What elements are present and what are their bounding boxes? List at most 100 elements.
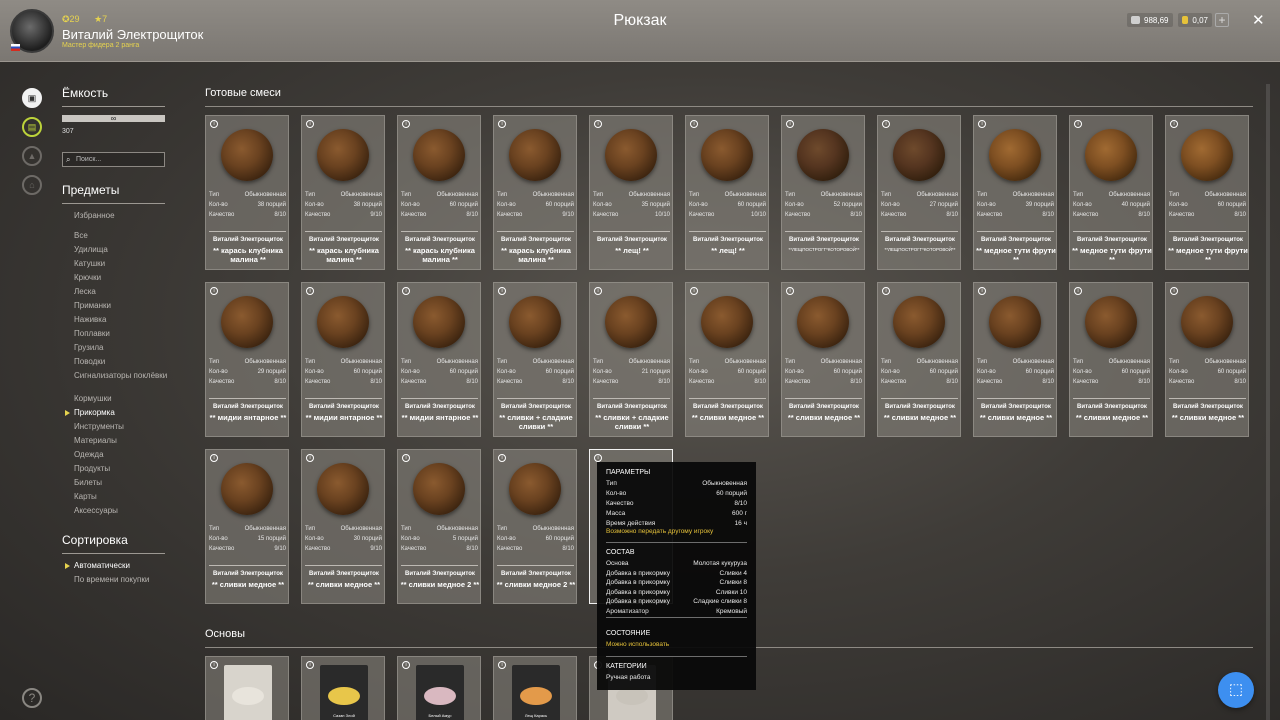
mix-card[interactable]: i Тип Обыкновенная Кол-во 35 порций Качество 1… [589, 115, 673, 270]
info-icon[interactable]: i [210, 454, 218, 462]
info-icon[interactable]: i [498, 454, 506, 462]
info-icon[interactable]: i [210, 661, 218, 669]
mix-card[interactable]: i Тип Обыкновенная Кол-во 27 порций Качество 8… [877, 115, 961, 270]
nav-item[interactable]: Приманки [74, 301, 167, 315]
mix-card[interactable]: i Тип Обыкновенная Кол-во 40 порций Качество 8… [1069, 115, 1153, 270]
base-card[interactable]: i Лещ Карась [493, 656, 577, 720]
mix-card[interactable]: i Тип Обыкновенная Кол-во 60 порций Качество 8… [301, 282, 385, 437]
nav-item[interactable]: Леска [74, 287, 167, 301]
close-icon[interactable]: ✕ [1252, 11, 1265, 29]
mix-card[interactable]: i Тип Обыкновенная Кол-во 60 порций Качество 8… [1165, 282, 1249, 437]
tooltip-value: Молотая кукуруза [693, 560, 747, 567]
info-icon[interactable]: i [306, 120, 314, 128]
mix-card[interactable]: i Тип Обыкновенная Кол-во 60 порций Качество 8… [781, 282, 865, 437]
info-icon[interactable]: i [786, 120, 794, 128]
mix-card[interactable]: i Тип Обыкновенная Кол-во 60 порций Качество 9… [493, 115, 577, 270]
info-icon[interactable]: i [786, 287, 794, 295]
info-icon[interactable]: i [210, 120, 218, 128]
search-input[interactable]: ⌕ Поиск... [62, 152, 165, 167]
nav-item[interactable]: Прикормка [64, 408, 167, 422]
mix-card[interactable]: i Тип Обыкновенная Кол-во 60 порций Качество 8… [493, 282, 577, 437]
base-card[interactable]: i Сазан Злой [301, 656, 385, 720]
info-icon[interactable]: i [594, 120, 602, 128]
nav-item[interactable]: Кормушки [74, 394, 167, 408]
mix-card[interactable]: i Тип Обыкновенная Кол-во 39 порций Качество 8… [973, 115, 1057, 270]
info-icon[interactable]: i [402, 661, 410, 669]
info-icon[interactable]: i [978, 287, 986, 295]
mix-card[interactable]: i Тип Обыкновенная Кол-во 52 порции Качество 8… [781, 115, 865, 270]
mix-card[interactable]: i Тип Обыкновенная Кол-во 21 порция Качество 8… [589, 282, 673, 437]
info-icon[interactable]: i [306, 287, 314, 295]
info-icon[interactable]: i [882, 287, 890, 295]
base-card[interactable]: i [205, 656, 289, 720]
mix-card[interactable]: i Тип Обыкновенная Кол-во 15 порций Качество 9… [205, 449, 289, 604]
nav-item[interactable]: Поводки [74, 357, 167, 371]
mix-card[interactable]: i Тип Обыкновенная Кол-во 60 порций Качество 8… [877, 282, 961, 437]
mix-card[interactable]: i Тип Обыкновенная Кол-во 30 порций Качество 9… [301, 449, 385, 604]
info-icon[interactable]: i [498, 120, 506, 128]
info-icon[interactable]: i [306, 454, 314, 462]
info-icon[interactable]: i [1074, 120, 1082, 128]
nav-item[interactable]: Продукты [74, 464, 167, 478]
mix-card[interactable]: i Тип Обыкновенная Кол-во 60 порций Качество 8… [493, 449, 577, 604]
nav-item[interactable]: Грузила [74, 343, 167, 357]
base-card[interactable]: i Белый Амур [397, 656, 481, 720]
info-icon[interactable]: i [498, 661, 506, 669]
gold-currency: 0,07 [1178, 13, 1212, 27]
mix-card[interactable]: i Тип Обыкновенная Кол-во 60 порций Качество 8… [685, 282, 769, 437]
baitbox-icon[interactable]: ▤ [22, 117, 42, 137]
mix-card[interactable]: i Тип Обыкновенная Кол-во 38 порций Качество 9… [301, 115, 385, 270]
info-icon[interactable]: i [594, 454, 602, 462]
nav-item[interactable]: Материалы [74, 436, 167, 450]
info-icon[interactable]: i [1074, 287, 1082, 295]
info-icon[interactable]: i [594, 287, 602, 295]
mix-card[interactable]: i Тип Обыкновенная Кол-во 60 порций Качество 8… [397, 115, 481, 270]
mix-card[interactable]: i Тип Обыкновенная Кол-во 5 порций Качество 8/… [397, 449, 481, 604]
mix-card[interactable]: i Тип Обыкновенная Кол-во 60 порций Качество 8… [1069, 282, 1153, 437]
info-icon[interactable]: i [1170, 287, 1178, 295]
mix-card[interactable]: i Тип Обыкновенная Кол-во 60 порций Качество 8… [397, 282, 481, 437]
nav-item[interactable]: Билеты [74, 478, 167, 492]
info-icon[interactable]: i [690, 287, 698, 295]
backpack-icon[interactable]: ▣ [22, 88, 42, 108]
card-author: Виталий Электрощиток [981, 237, 1051, 243]
sort-option[interactable]: Автоматически [64, 561, 149, 575]
mix-card[interactable]: i Тип Обыкновенная Кол-во 38 порций Качество 8… [205, 115, 289, 270]
nav-item[interactable]: Катушки [74, 259, 167, 273]
mix-card[interactable]: i Тип Обыкновенная Кол-во 60 порций Качество 8… [1165, 115, 1249, 270]
scrollbar[interactable] [1266, 84, 1270, 720]
nav-item[interactable]: Одежда [74, 450, 167, 464]
info-icon[interactable]: i [882, 120, 890, 128]
help-icon[interactable]: ? [22, 688, 42, 708]
info-icon[interactable]: i [210, 287, 218, 295]
select-mode-button[interactable]: ⬚ [1218, 672, 1254, 708]
info-icon[interactable]: i [402, 454, 410, 462]
nav-item[interactable]: Аксессуары [74, 506, 167, 520]
info-icon[interactable]: i [978, 120, 986, 128]
field-label: Кол-во [305, 202, 324, 208]
add-currency-button[interactable]: + [1215, 13, 1229, 27]
field-row: Тип Обыкновенная [497, 192, 574, 198]
house-icon[interactable]: ⌂ [22, 175, 42, 195]
nav-item[interactable]: Избранное [74, 211, 167, 231]
sort-option[interactable]: По времени покупки [74, 575, 149, 589]
info-icon[interactable]: i [498, 287, 506, 295]
info-icon[interactable]: i [402, 120, 410, 128]
nav-item[interactable]: Все [74, 231, 167, 245]
info-icon[interactable]: i [402, 287, 410, 295]
info-icon[interactable]: i [1170, 120, 1178, 128]
info-icon[interactable]: i [690, 120, 698, 128]
tooltip-key: Добавка в прикормку [606, 579, 670, 586]
nav-item[interactable]: Удилища [74, 245, 167, 259]
mix-card[interactable]: i Тип Обыкновенная Кол-во 60 порций Качество 1… [685, 115, 769, 270]
nav-item[interactable]: Сигнализаторы поклёвки [74, 371, 167, 394]
info-icon[interactable]: i [306, 661, 314, 669]
nav-item[interactable]: Крючки [74, 273, 167, 287]
mix-card[interactable]: i Тип Обыкновенная Кол-во 29 порций Качество 8… [205, 282, 289, 437]
nav-item[interactable]: Карты [74, 492, 167, 506]
nav-item[interactable]: Наживка [74, 315, 167, 329]
boat-icon[interactable]: ▲ [22, 146, 42, 166]
nav-item[interactable]: Инструменты [74, 422, 167, 436]
nav-item[interactable]: Поплавки [74, 329, 167, 343]
mix-card[interactable]: i Тип Обыкновенная Кол-во 60 порций Качество 8… [973, 282, 1057, 437]
